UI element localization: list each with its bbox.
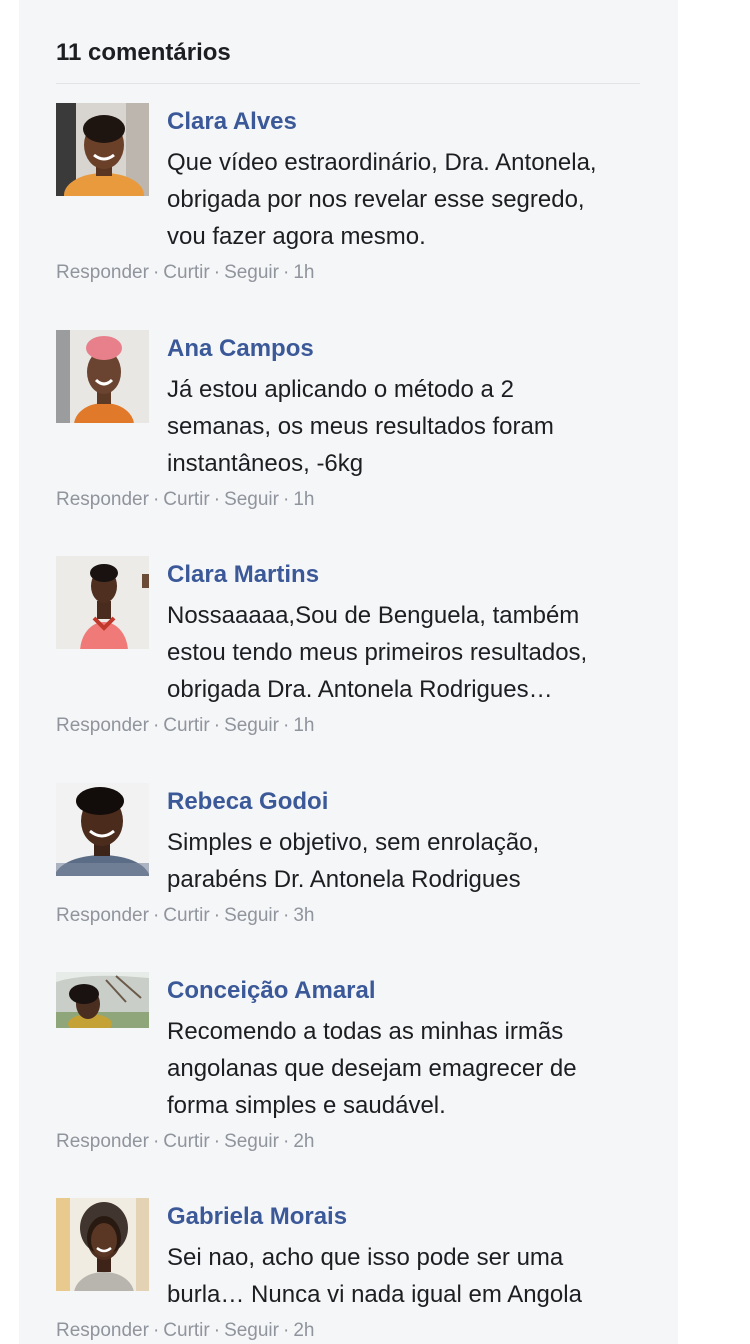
- comment-actions: Responder · Curtir · Seguir · 1h: [56, 261, 314, 285]
- comment-text-line: Simples e objetivo, sem enrolação,: [167, 829, 540, 856]
- separator: ·: [282, 1320, 290, 1341]
- separator: ·: [152, 1320, 160, 1341]
- avatar[interactable]: [56, 1198, 149, 1291]
- comment-actions: Responder · Curtir · Seguir · 2h: [56, 1130, 314, 1154]
- comment-text: Que vídeo estraordinário, Dra. Antonela,…: [167, 144, 637, 255]
- separator: ·: [213, 262, 221, 283]
- separator: ·: [152, 905, 160, 926]
- separator: ·: [152, 715, 160, 736]
- comment-author[interactable]: Clara Alves: [167, 107, 297, 137]
- comment-text-line: instantâneos, -6kg: [167, 450, 364, 477]
- comment-actions: Responder · Curtir · Seguir · 1h: [56, 714, 314, 738]
- comment-text: Já estou aplicando o método a 2 semanas,…: [167, 371, 637, 482]
- comment-author[interactable]: Rebeca Godoi: [167, 787, 328, 817]
- like-link[interactable]: Curtir: [163, 715, 209, 736]
- reply-link[interactable]: Responder: [56, 262, 149, 283]
- comment-text-line: Recomendo a todas as minhas irmãs: [167, 1018, 564, 1045]
- comment-text-line: Já estou aplicando o método a 2: [167, 376, 514, 403]
- reply-link[interactable]: Responder: [56, 715, 149, 736]
- comment-author[interactable]: Gabriela Morais: [167, 1202, 347, 1232]
- comment-text-line: Sei nao, acho que isso pode ser uma: [167, 1244, 564, 1271]
- avatar[interactable]: [56, 783, 149, 876]
- separator: ·: [282, 715, 290, 736]
- comment-text-line: semanas, os meus resultados foram: [167, 413, 554, 440]
- reply-link[interactable]: Responder: [56, 489, 149, 510]
- comment-time[interactable]: 1h: [293, 489, 314, 510]
- separator: ·: [213, 905, 221, 926]
- comment-time[interactable]: 2h: [293, 1320, 314, 1341]
- comment-actions: Responder · Curtir · Seguir · 2h: [56, 1319, 314, 1343]
- follow-link[interactable]: Seguir: [224, 905, 279, 926]
- comment-actions: Responder · Curtir · Seguir · 3h: [56, 904, 314, 928]
- separator: ·: [152, 489, 160, 510]
- like-link[interactable]: Curtir: [163, 1320, 209, 1341]
- comment-time[interactable]: 1h: [293, 715, 314, 736]
- reply-link[interactable]: Responder: [56, 1131, 149, 1152]
- like-link[interactable]: Curtir: [163, 1131, 209, 1152]
- separator: ·: [282, 489, 290, 510]
- separator: ·: [213, 1320, 221, 1341]
- comment-text-line: parabéns Dr. Antonela Rodrigues: [167, 866, 521, 893]
- like-link[interactable]: Curtir: [163, 905, 209, 926]
- follow-link[interactable]: Seguir: [224, 715, 279, 736]
- separator: ·: [282, 1131, 290, 1152]
- follow-link[interactable]: Seguir: [224, 489, 279, 510]
- comment-text-line: Nossaaaaa,Sou de Benguela, também: [167, 602, 580, 629]
- comment-text-line: obrigada por nos revelar esse segredo,: [167, 186, 585, 213]
- comment-text: Sei nao, acho que isso pode ser uma burl…: [167, 1239, 637, 1313]
- reply-link[interactable]: Responder: [56, 905, 149, 926]
- comment-time[interactable]: 3h: [293, 905, 314, 926]
- comment-text: Nossaaaaa,Sou de Benguela, também estou …: [167, 597, 637, 708]
- like-link[interactable]: Curtir: [163, 262, 209, 283]
- comment-author[interactable]: Conceição Amaral: [167, 976, 376, 1006]
- like-link[interactable]: Curtir: [163, 489, 209, 510]
- follow-link[interactable]: Seguir: [224, 1320, 279, 1341]
- comment-time[interactable]: 2h: [293, 1131, 314, 1152]
- comment-text: Simples e objetivo, sem enrolação, parab…: [167, 824, 637, 898]
- comment-text: Recomendo a todas as minhas irmãs angola…: [167, 1013, 637, 1124]
- comment-text-line: vou fazer agora mesmo.: [167, 223, 426, 250]
- comment-text-line: forma simples e saudável.: [167, 1092, 446, 1119]
- comment-author[interactable]: Clara Martins: [167, 560, 319, 590]
- separator: ·: [213, 715, 221, 736]
- avatar[interactable]: [56, 103, 149, 196]
- follow-link[interactable]: Seguir: [224, 262, 279, 283]
- comment-author[interactable]: Ana Campos: [167, 334, 314, 364]
- comment-text-line: burla… Nunca vi nada igual em Angola: [167, 1281, 582, 1308]
- follow-link[interactable]: Seguir: [224, 1131, 279, 1152]
- separator: ·: [152, 1131, 160, 1152]
- comment-text-line: Que vídeo estraordinário, Dra. Antonela,: [167, 149, 597, 176]
- separator: ·: [152, 262, 160, 283]
- comment-time[interactable]: 1h: [293, 262, 314, 283]
- comments-count-title: 11 comentários: [56, 39, 231, 66]
- comment-text-line: angolanas que desejam emagrecer de: [167, 1055, 577, 1082]
- avatar[interactable]: [56, 972, 149, 1028]
- comment-text-line: estou tendo meus primeiros resultados,: [167, 639, 588, 666]
- comments-header: 11 comentários: [56, 38, 640, 84]
- separator: ·: [213, 1131, 221, 1152]
- separator: ·: [282, 262, 290, 283]
- comment-text-line: obrigada Dra. Antonela Rodrigues…: [167, 676, 553, 703]
- separator: ·: [282, 905, 290, 926]
- avatar[interactable]: [56, 556, 149, 649]
- reply-link[interactable]: Responder: [56, 1320, 149, 1341]
- comment-actions: Responder · Curtir · Seguir · 1h: [56, 488, 314, 512]
- separator: ·: [213, 489, 221, 510]
- avatar[interactable]: [56, 330, 149, 423]
